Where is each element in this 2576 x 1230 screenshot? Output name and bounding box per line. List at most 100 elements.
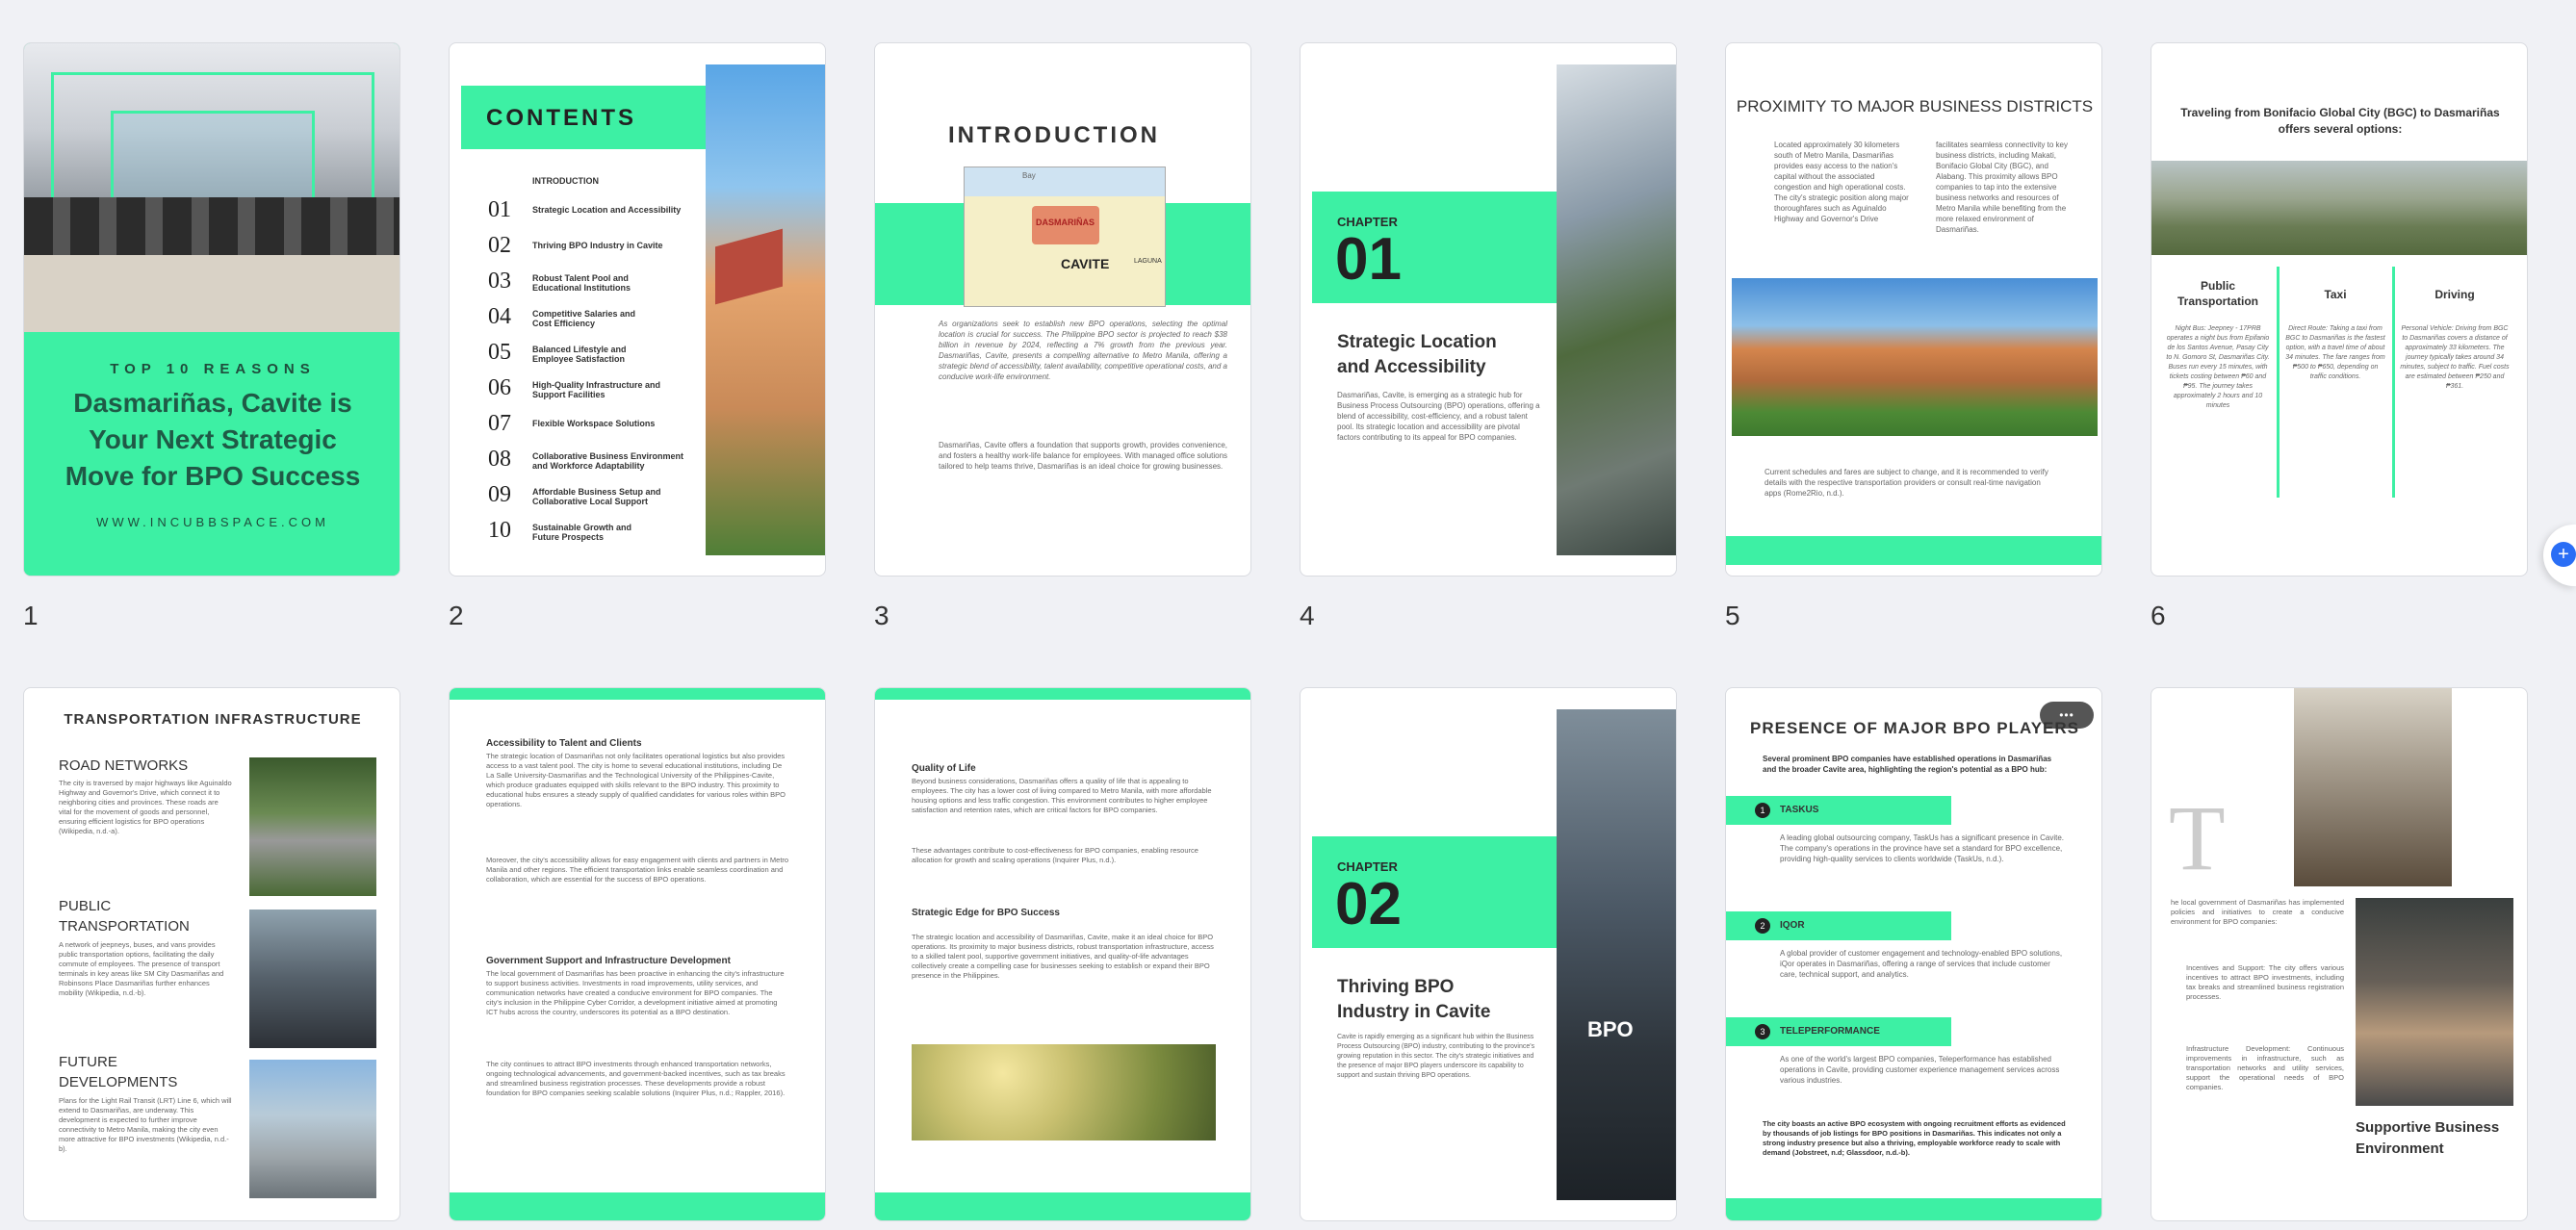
transport-title: TRANSPORTATION INFRASTRUCTURE <box>64 711 362 728</box>
section-text: Moreover, the city's accessibility allow… <box>486 856 789 884</box>
section-text: These advantages contribute to cost-effe… <box>912 846 1198 864</box>
section-text: Beyond business considerations, Dasmariñ… <box>912 777 1212 814</box>
page-thumb-8[interactable]: Accessibility to Talent and Clients The … <box>449 687 826 1221</box>
players-title: PRESENCE OF MAJOR BPO PLAYERS <box>1750 719 2079 737</box>
proximity-title: PROXIMITY TO MAJOR BUSINESS DISTRICTS <box>1736 97 2094 115</box>
travel-option-text: Personal Vehicle: Driving from BGC to Da… <box>2400 325 2510 390</box>
chapter-body: Dasmariñas, Cavite, is emerging as a str… <box>1337 391 1540 442</box>
proximity-col-2: facilitates seamless connectivity to key… <box>1936 141 2068 234</box>
section-text: The strategic location of Dasmariñas not… <box>486 752 786 808</box>
page-thumb-3[interactable]: INTRODUCTION Bay DASMARIÑAS CAVITE LAGUN… <box>874 42 1251 577</box>
house-photo <box>706 64 825 555</box>
team-working-photo <box>2294 688 2452 886</box>
toc-item[interactable]: 08 Collaborative Business Environment and… <box>488 447 706 482</box>
company-name: TELEPERFORMANCE <box>1780 1026 1880 1037</box>
page-number: 5 <box>1725 601 1740 630</box>
page-number: 4 <box>1300 601 1315 630</box>
toc-item[interactable]: 04 Competitive Salaries and Cost Efficien… <box>488 304 706 340</box>
company-name: IQOR <box>1780 920 1805 931</box>
toc-item[interactable]: 05 Balanced Lifestyle and Employee Satisf… <box>488 340 706 375</box>
toc-intro: INTRODUCTION <box>532 176 599 186</box>
plus-icon: + <box>2551 542 2576 567</box>
rail-photo <box>249 1060 376 1198</box>
players-closing: The city boasts an active BPO ecosystem … <box>1763 1119 2066 1157</box>
toc-item[interactable]: 02 Thriving BPO Industry in Cavite <box>488 233 706 269</box>
intro-title: INTRODUCTION <box>948 122 1160 148</box>
section-heading: FUTURE DEVELOPMENTS <box>59 1054 178 1090</box>
page-thumb-5[interactable]: PROXIMITY TO MAJOR BUSINESS DISTRICTS Lo… <box>1725 42 2102 577</box>
company-text: A global provider of customer engagement… <box>1780 949 2063 979</box>
page-number: 2 <box>449 601 464 630</box>
chapter-body: Cavite is rapidly emerging as a signific… <box>1337 1034 1535 1079</box>
section-heading: ROAD NETWORKS <box>59 757 189 774</box>
page-thumb-11[interactable]: ••• PRESENCE OF MAJOR BPO PLAYERS Severa… <box>1725 687 2102 1221</box>
cover-url: WWW.INCUBBSPACE.COM <box>96 515 329 529</box>
chapter-number: 02 <box>1335 871 1402 937</box>
page-thumb-6[interactable]: Traveling from Bonifacio Global City (BG… <box>2151 42 2528 577</box>
section-text: The city continues to attract BPO invest… <box>486 1060 786 1097</box>
section-heading: Government Support and Infrastructure De… <box>486 956 731 966</box>
page-number: 6 <box>2151 601 2166 630</box>
bus-interior-photo <box>249 910 376 1048</box>
drop-cap: T <box>2169 786 2226 889</box>
section-text: Plans for the Light Rail Transit (LRT) L… <box>59 1096 232 1153</box>
players-intro: Several prominent BPO companies have est… <box>1763 755 2052 774</box>
page-thumbnail-grid: TOP 10 REASONS Dasmariñas, Cavite is You… <box>0 0 2576 1230</box>
proximity-note: Current schedules and fares are subject … <box>1765 468 2048 498</box>
family-park-photo <box>912 1044 1216 1140</box>
travel-title: Traveling from Bonifacio Global City (BG… <box>2180 106 2500 136</box>
toc-list: 01 Strategic Location and Accessibility 0… <box>488 197 706 553</box>
page-number: 1 <box>23 601 39 630</box>
travel-option-text: Night Bus: Jeepney - 17PRB operates a ni… <box>2166 325 2270 409</box>
support-lead: he local government of Dasmariñas has im… <box>2171 898 2344 926</box>
bpo-building-photo: BPO <box>1557 709 1676 1200</box>
toc-item[interactable]: 07 Flexible Workspace Solutions <box>488 411 706 447</box>
map-image: Bay DASMARIÑAS CAVITE LAGUNA <box>964 167 1166 307</box>
group-selfie-photo <box>2356 898 2513 1106</box>
company-text: A leading global outsourcing company, Ta… <box>1780 833 2064 863</box>
toc-item[interactable]: 06 High-Quality Infrastructure and Suppor… <box>488 375 706 411</box>
page-number: 3 <box>874 601 889 630</box>
page-thumb-9[interactable]: Quality of Life Beyond business consider… <box>874 687 1251 1221</box>
chapter-title: Strategic Location and Accessibility <box>1337 332 1497 377</box>
proximity-col-1: Located approximately 30 kilometers sout… <box>1774 141 1909 223</box>
intro-paragraph-1: As organizations seek to establish new B… <box>939 320 1227 381</box>
section-text: The strategic location and accessibility… <box>912 933 1214 980</box>
highway-photo <box>249 757 376 896</box>
travel-option-heading: Driving <box>2434 288 2475 301</box>
aerial-city-photo <box>2151 161 2527 255</box>
section-text: The city is traversed by major highways … <box>59 779 232 835</box>
page-thumb-12[interactable]: T he local government of Dasmariñas has … <box>2151 687 2528 1221</box>
aerial-photo <box>1557 64 1676 555</box>
page-thumb-7[interactable]: TRANSPORTATION INFRASTRUCTURE ROAD NETWO… <box>23 687 400 1221</box>
page-thumb-1[interactable]: TOP 10 REASONS Dasmariñas, Cavite is You… <box>23 42 400 577</box>
page-thumb-4[interactable]: CHAPTER 01 Strategic Location and Access… <box>1300 42 1677 577</box>
travel-option-heading: Public Transportation <box>2177 279 2258 308</box>
chapter-title: Thriving BPO Industry in Cavite <box>1337 977 1491 1022</box>
section-heading: Quality of Life <box>912 763 976 774</box>
contents-title: CONTENTS <box>486 105 636 131</box>
photo-caption: Supportive Business Environment <box>2356 1119 2500 1157</box>
support-bullet: Infrastructure Development: Continuous i… <box>2186 1044 2344 1091</box>
kicker-text: TOP 10 REASONS <box>110 361 316 377</box>
section-heading: Accessibility to Talent and Clients <box>486 738 642 749</box>
toc-item[interactable]: 01 Strategic Location and Accessibility <box>488 197 706 233</box>
intro-paragraph-2: Dasmariñas, Cavite offers a foundation t… <box>939 441 1228 471</box>
office-photo <box>24 43 399 332</box>
section-text: A network of jeepneys, buses, and vans p… <box>59 940 224 997</box>
company-name: TASKUS <box>1780 805 1819 815</box>
support-bullet: Incentives and Support: The city offers … <box>2186 963 2344 1001</box>
section-text: The local government of Dasmariñas has b… <box>486 969 785 1016</box>
townhouse-photo <box>1732 278 2098 436</box>
page-thumb-2[interactable]: CONTENTS INTRODUCTION 01 Strategic Locati… <box>449 42 826 577</box>
toc-item[interactable]: 10 Sustainable Growth and Future Prospect… <box>488 518 706 553</box>
travel-option-text: Direct Route: Taking a taxi from BGC to … <box>2285 325 2385 380</box>
cover-title: Dasmariñas, Cavite is Your Next Strategi… <box>64 388 361 491</box>
toc-item[interactable]: 03 Robust Talent Pool and Educational Ins… <box>488 269 706 304</box>
travel-option-heading: Taxi <box>2324 288 2347 301</box>
toc-item[interactable]: 09 Affordable Business Setup and Collabor… <box>488 482 706 518</box>
section-heading: PUBLIC TRANSPORTATION <box>59 898 190 935</box>
page-thumb-10[interactable]: CHAPTER 02 Thriving BPO Industry in Cavi… <box>1300 687 1677 1221</box>
chapter-number: 01 <box>1335 226 1402 293</box>
company-text: As one of the world's largest BPO compan… <box>1780 1055 2060 1085</box>
